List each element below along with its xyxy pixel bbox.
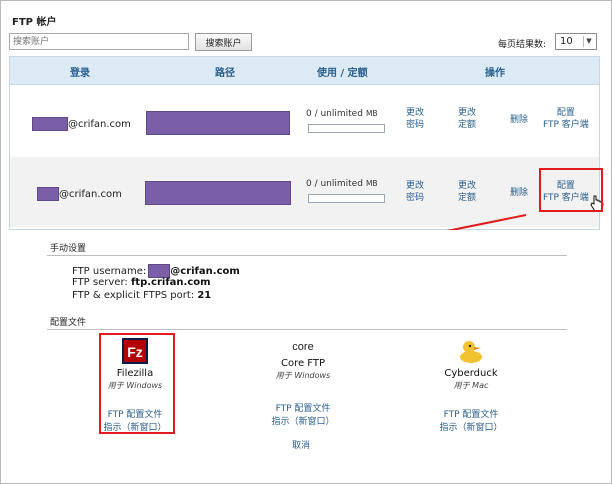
instructions-new-window-link[interactable]: 指示（新窗口）	[233, 416, 373, 429]
client-filezilla: Fz Filezilla 用于 Windows FTP 配置文件 指示（新窗口）	[65, 337, 205, 435]
instructions-new-window-link[interactable]: 指示（新窗口）	[401, 422, 541, 435]
port-label: FTP & explicit FTPS port:	[72, 290, 195, 301]
instructions-new-window-link[interactable]: 指示（新窗口）	[65, 422, 205, 435]
username-label: FTP username:	[72, 265, 147, 277]
client-platform: 用于 Windows	[107, 381, 163, 390]
client-name: Cyberduck	[444, 368, 498, 379]
username-domain: @crifan.com	[170, 265, 240, 277]
client-coreftp: core Core FTP 用于 Windows FTP 配置文件 指示（新窗口…	[233, 339, 373, 429]
filezilla-icon: Fz	[122, 338, 148, 364]
section-divider	[47, 329, 567, 330]
redacted-username	[148, 264, 171, 278]
cancel-link[interactable]: 取消	[292, 438, 310, 451]
ftp-config-file-link[interactable]: FTP 配置文件	[65, 409, 205, 422]
ftp-config-file-link[interactable]: FTP 配置文件	[401, 409, 541, 422]
coreftp-logo-text: core	[292, 341, 313, 353]
ftp-config-file-link[interactable]: FTP 配置文件	[233, 403, 373, 416]
manual-settings-heading: 手动设置	[50, 244, 87, 254]
config-files-heading: 配置文件	[50, 318, 87, 328]
cyberduck-icon	[460, 341, 482, 363]
client-cyberduck: Cyberduck 用于 Mac FTP 配置文件 指示（新窗口）	[401, 337, 541, 435]
client-platform: 用于 Windows	[275, 371, 331, 380]
manual-settings-panel: 手动设置 FTP username: @crifan.com FTP serve…	[9, 230, 600, 477]
ftp-accounts-panel: FTP 帐户 搜索账户 每页结果数: 10 ▼ 登录 路径 使用 / 定额 操作…	[0, 0, 612, 484]
credential-port: FTP & explicit FTPS port: 21	[72, 290, 211, 301]
section-divider	[47, 255, 567, 256]
port-value: 21	[197, 290, 212, 301]
credential-server: FTP server: ftp.crifan.com	[72, 277, 211, 288]
server-label: FTP server:	[72, 277, 128, 288]
server-value: ftp.crifan.com	[130, 277, 211, 288]
credential-username: FTP username: @crifan.com	[72, 264, 240, 278]
coreftp-icon: core	[292, 341, 313, 353]
client-platform: 用于 Mac	[453, 381, 489, 390]
svg-text:Fz: Fz	[127, 344, 143, 360]
client-name: Core FTP	[280, 358, 326, 369]
client-name: Filezilla	[116, 368, 154, 379]
